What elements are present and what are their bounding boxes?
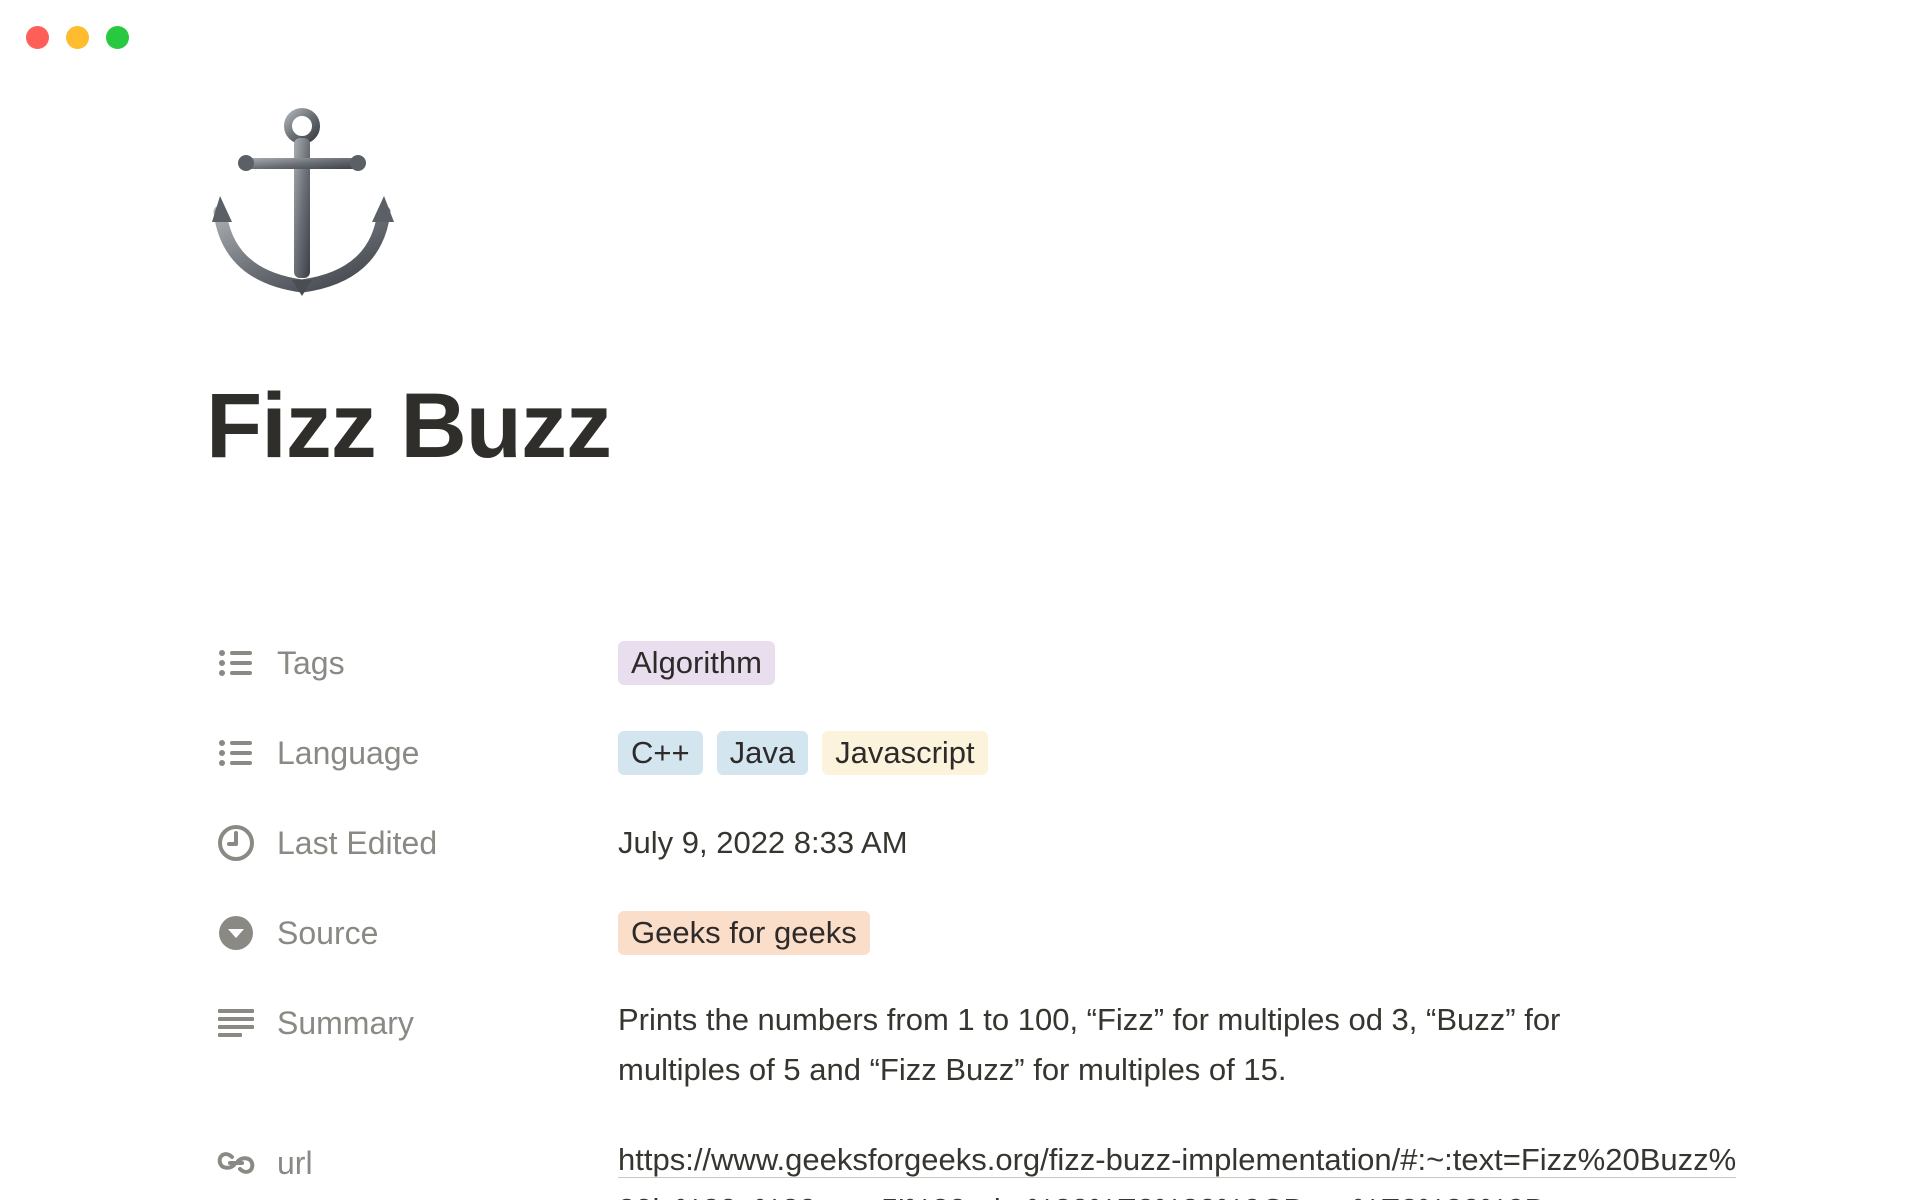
minimize-window-button[interactable] (66, 26, 89, 49)
url-text[interactable]: https://www.geeksforgeeks.org/fizz-buzz-… (618, 1142, 1737, 1200)
property-language: Language C++ Java Javascript (206, 725, 1766, 781)
summary-text: Prints the numbers from 1 to 100, “Fizz”… (618, 1002, 1561, 1087)
property-name-source[interactable]: Source (206, 905, 618, 961)
property-url: url https://www.geeksforgeeks.org/fizz-b… (206, 1135, 1766, 1200)
page-content: Fizz Buzz Tags Algorithm Language C++ Ja… (206, 100, 1766, 1200)
property-label: Language (277, 734, 420, 771)
property-name-tags[interactable]: Tags (206, 635, 618, 691)
tag-pill[interactable]: Algorithm (618, 641, 775, 685)
close-window-button[interactable] (26, 26, 49, 49)
url-link[interactable]: https://www.geeksforgeeks.org/fizz-buzz-… (618, 1135, 1738, 1200)
last-edited-value: July 9, 2022 8:33 AM (618, 825, 908, 860)
property-label: Source (277, 914, 379, 951)
list-icon (215, 732, 257, 774)
source-pill[interactable]: Geeks for geeks (618, 911, 870, 955)
select-chevron-icon (215, 912, 257, 954)
property-value-tags[interactable]: Algorithm (618, 635, 1766, 691)
notion-window: Fizz Buzz Tags Algorithm Language C++ Ja… (0, 0, 1920, 1200)
text-lines-icon (215, 1002, 257, 1044)
property-name-summary[interactable]: Summary (206, 995, 618, 1051)
property-value-source[interactable]: Geeks for geeks (618, 905, 1766, 961)
property-name-language[interactable]: Language (206, 725, 618, 781)
page-title[interactable]: Fizz Buzz (206, 380, 1766, 480)
property-source: Source Geeks for geeks (206, 905, 1766, 961)
language-pill-java[interactable]: Java (716, 731, 809, 775)
language-pill-javascript[interactable]: Javascript (822, 731, 988, 775)
property-value-last-edited: July 9, 2022 8:33 AM (618, 815, 1766, 871)
language-pill-cpp[interactable]: C++ (618, 731, 703, 775)
property-name-last-edited[interactable]: Last Edited (206, 815, 618, 871)
window-controls (26, 26, 129, 49)
property-label: Summary (277, 1004, 414, 1041)
property-tags: Tags Algorithm (206, 635, 1766, 691)
property-last-edited: Last Edited July 9, 2022 8:33 AM (206, 815, 1766, 871)
maximize-window-button[interactable] (106, 26, 129, 49)
property-value-language[interactable]: C++ Java Javascript (618, 725, 1766, 781)
list-icon (215, 642, 257, 684)
property-value-url[interactable]: https://www.geeksforgeeks.org/fizz-buzz-… (618, 1135, 1766, 1200)
link-icon (215, 1142, 257, 1184)
property-label: Last Edited (277, 824, 438, 861)
property-value-summary[interactable]: Prints the numbers from 1 to 100, “Fizz”… (618, 995, 1766, 1095)
anchor-icon[interactable] (206, 100, 406, 300)
property-summary: Summary Prints the numbers from 1 to 100… (206, 995, 1766, 1095)
clock-icon (215, 822, 257, 864)
property-label: Tags (277, 644, 345, 681)
property-name-url[interactable]: url (206, 1135, 618, 1191)
property-label: url (277, 1144, 313, 1181)
